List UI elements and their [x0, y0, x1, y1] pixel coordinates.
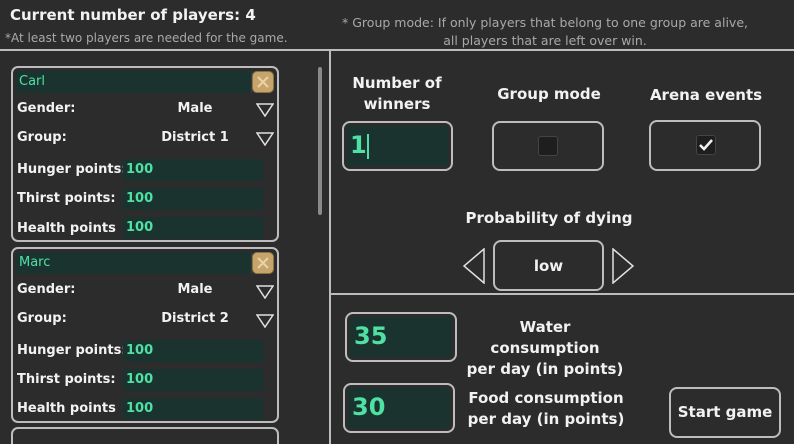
water-value: 35 — [354, 322, 388, 350]
player-card — [11, 427, 279, 444]
hunger-field[interactable]: 100 — [123, 340, 263, 362]
dying-selector[interactable]: low — [493, 240, 604, 291]
group-mode-label: Group mode — [497, 85, 601, 103]
chevron-down-icon[interactable] — [256, 103, 274, 117]
food-input[interactable]: 30 — [343, 383, 455, 433]
food-label-line1: Food consumption — [468, 389, 624, 407]
gender-select[interactable]: Male — [145, 282, 245, 297]
winners-input-field[interactable]: 1 — [347, 126, 448, 166]
thirst-label: Thirst points: — [17, 191, 116, 206]
winners-value: 1 — [350, 131, 367, 159]
close-icon — [257, 76, 269, 88]
settings-divider — [330, 293, 794, 295]
thirst-label: Thirst points: — [17, 372, 116, 387]
dying-label: Probability of dying — [465, 209, 633, 227]
arrow-left-icon[interactable] — [462, 248, 486, 284]
checkmark-icon — [699, 139, 713, 151]
group-mode-checkbox[interactable] — [538, 136, 558, 156]
remove-player-button[interactable] — [252, 71, 274, 93]
group-select[interactable]: District 2 — [145, 311, 245, 326]
gender-label: Gender: — [17, 282, 76, 297]
player-list-scrollbar[interactable] — [318, 67, 322, 215]
player-name-field[interactable]: Marc — [16, 252, 252, 274]
player-card: Marc Gender: Male Group: District 2 Hung… — [11, 247, 279, 423]
group-mode-note-line1: * Group mode: If only players that belon… — [342, 15, 748, 30]
arrow-right-icon[interactable] — [611, 248, 635, 284]
water-input[interactable]: 35 — [345, 312, 457, 362]
player-count-title: Current number of players: 4 — [10, 6, 256, 24]
player-name-field[interactable]: Carl — [16, 71, 252, 93]
winners-label: Number of winners — [340, 73, 454, 115]
winners-label-line2: winners — [363, 95, 431, 113]
chevron-down-icon[interactable] — [256, 132, 274, 146]
min-players-note: *At least two players are needed for the… — [5, 31, 288, 45]
group-mode-toggle[interactable] — [492, 121, 604, 171]
water-label: Water consumption per day (in points) — [465, 317, 625, 380]
health-label: Health points — [17, 221, 116, 236]
thirst-field[interactable]: 100 — [123, 188, 263, 210]
hunger-label: Hunger points: — [17, 162, 127, 177]
text-cursor — [367, 134, 369, 159]
chevron-down-icon[interactable] — [256, 285, 274, 299]
food-value: 30 — [352, 393, 386, 421]
health-field[interactable]: 100 — [123, 398, 263, 420]
food-label: Food consumption per day (in points) — [466, 388, 626, 430]
player-card: Carl Gender: Male Group: District 1 Hung… — [11, 66, 279, 242]
hunger-label: Hunger points: — [17, 343, 127, 358]
arena-events-label: Arena events — [649, 86, 763, 104]
panel-divider — [329, 50, 331, 444]
group-label: Group: — [17, 130, 67, 145]
food-label-line2: per day (in points) — [467, 410, 625, 428]
start-game-button[interactable]: Start game — [669, 387, 781, 438]
group-select[interactable]: District 1 — [145, 130, 245, 145]
water-input-field[interactable]: 35 — [350, 317, 452, 357]
chevron-down-icon[interactable] — [256, 314, 274, 328]
arena-events-checkbox[interactable] — [696, 135, 716, 155]
start-game-label: Start game — [677, 403, 773, 421]
group-label: Group: — [17, 311, 67, 326]
group-mode-note: * Group mode: If only players that belon… — [330, 14, 760, 50]
food-input-field[interactable]: 30 — [348, 388, 450, 428]
close-icon — [257, 257, 269, 269]
header-divider — [0, 49, 794, 51]
winners-input[interactable]: 1 — [342, 121, 453, 171]
thirst-field[interactable]: 100 — [123, 369, 263, 391]
group-mode-note-line2: all players that are left over win. — [443, 33, 647, 48]
gender-label: Gender: — [17, 101, 76, 116]
remove-player-button[interactable] — [252, 252, 274, 274]
gender-select[interactable]: Male — [145, 101, 245, 116]
hunger-field[interactable]: 100 — [123, 159, 263, 181]
water-label-line2: per day (in points) — [466, 360, 624, 378]
health-field[interactable]: 100 — [123, 217, 263, 239]
health-label: Health points — [17, 401, 116, 416]
dying-value: low — [533, 257, 564, 275]
winners-label-line1: Number of — [352, 74, 442, 92]
arena-events-toggle[interactable] — [649, 120, 761, 171]
water-label-line1: Water consumption — [490, 318, 600, 357]
